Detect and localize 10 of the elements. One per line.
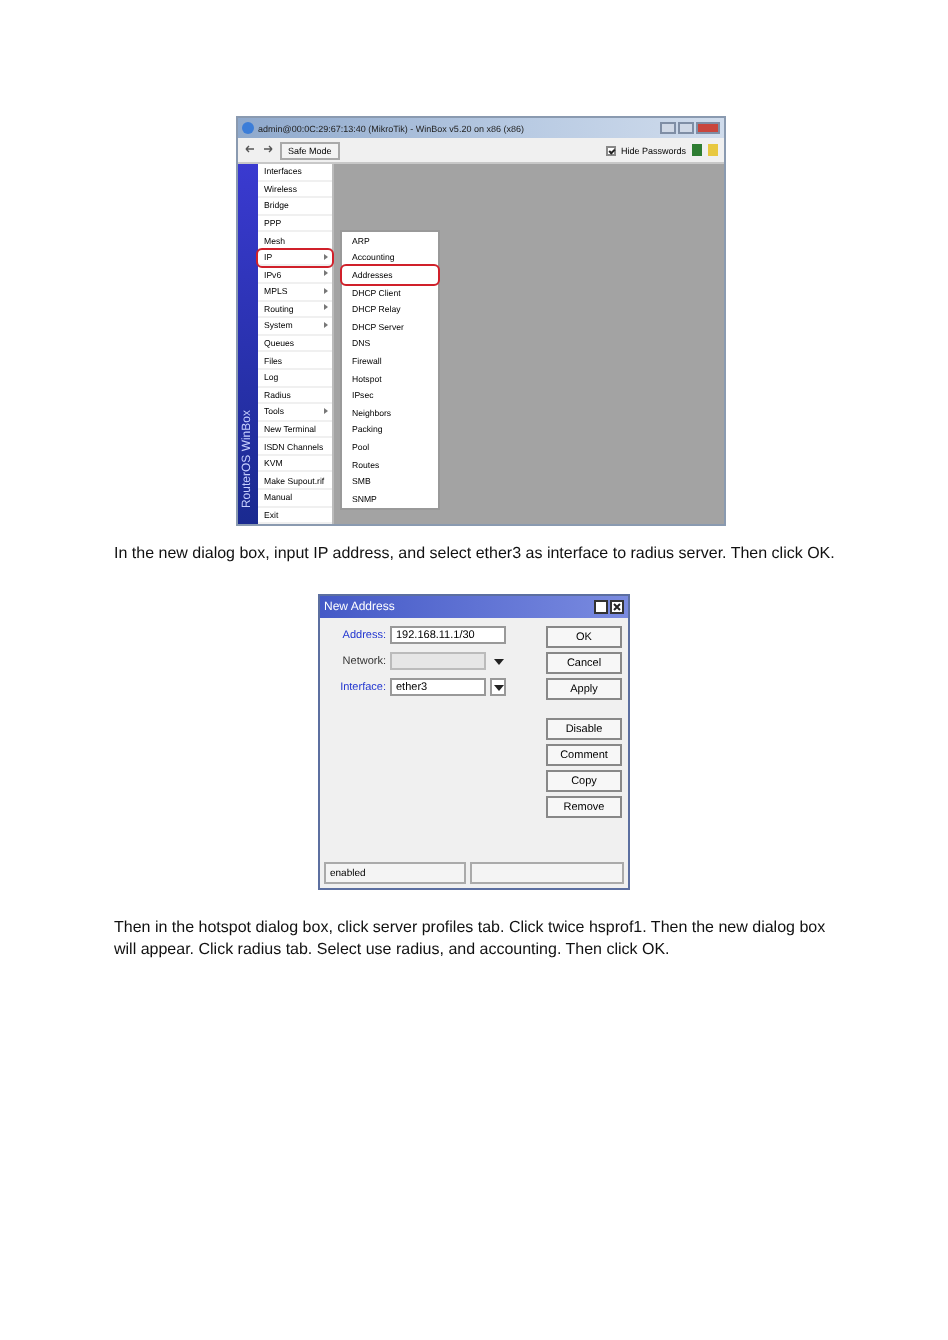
hide-passwords-checkbox[interactable] [606, 145, 617, 155]
instruction-text: In the new dialog box, input IP address, and select ether3 as interface to radius server. Then click OK. [114, 542, 837, 564]
dropdown-arrow-icon[interactable] [490, 678, 506, 696]
instruction-text: Then in the hotspot dialog box, click server profiles tab. Click twice hsprof1. Then the new dialog box will appear. Click radius tab. Select use radius, and accounting. Then click OK. [114, 916, 828, 960]
status-icon [692, 144, 702, 156]
redo-icon[interactable] [262, 143, 274, 157]
app-icon [242, 122, 254, 134]
close-button[interactable] [610, 600, 624, 614]
maximize-button[interactable] [594, 600, 608, 614]
undo-icon[interactable] [244, 143, 256, 157]
